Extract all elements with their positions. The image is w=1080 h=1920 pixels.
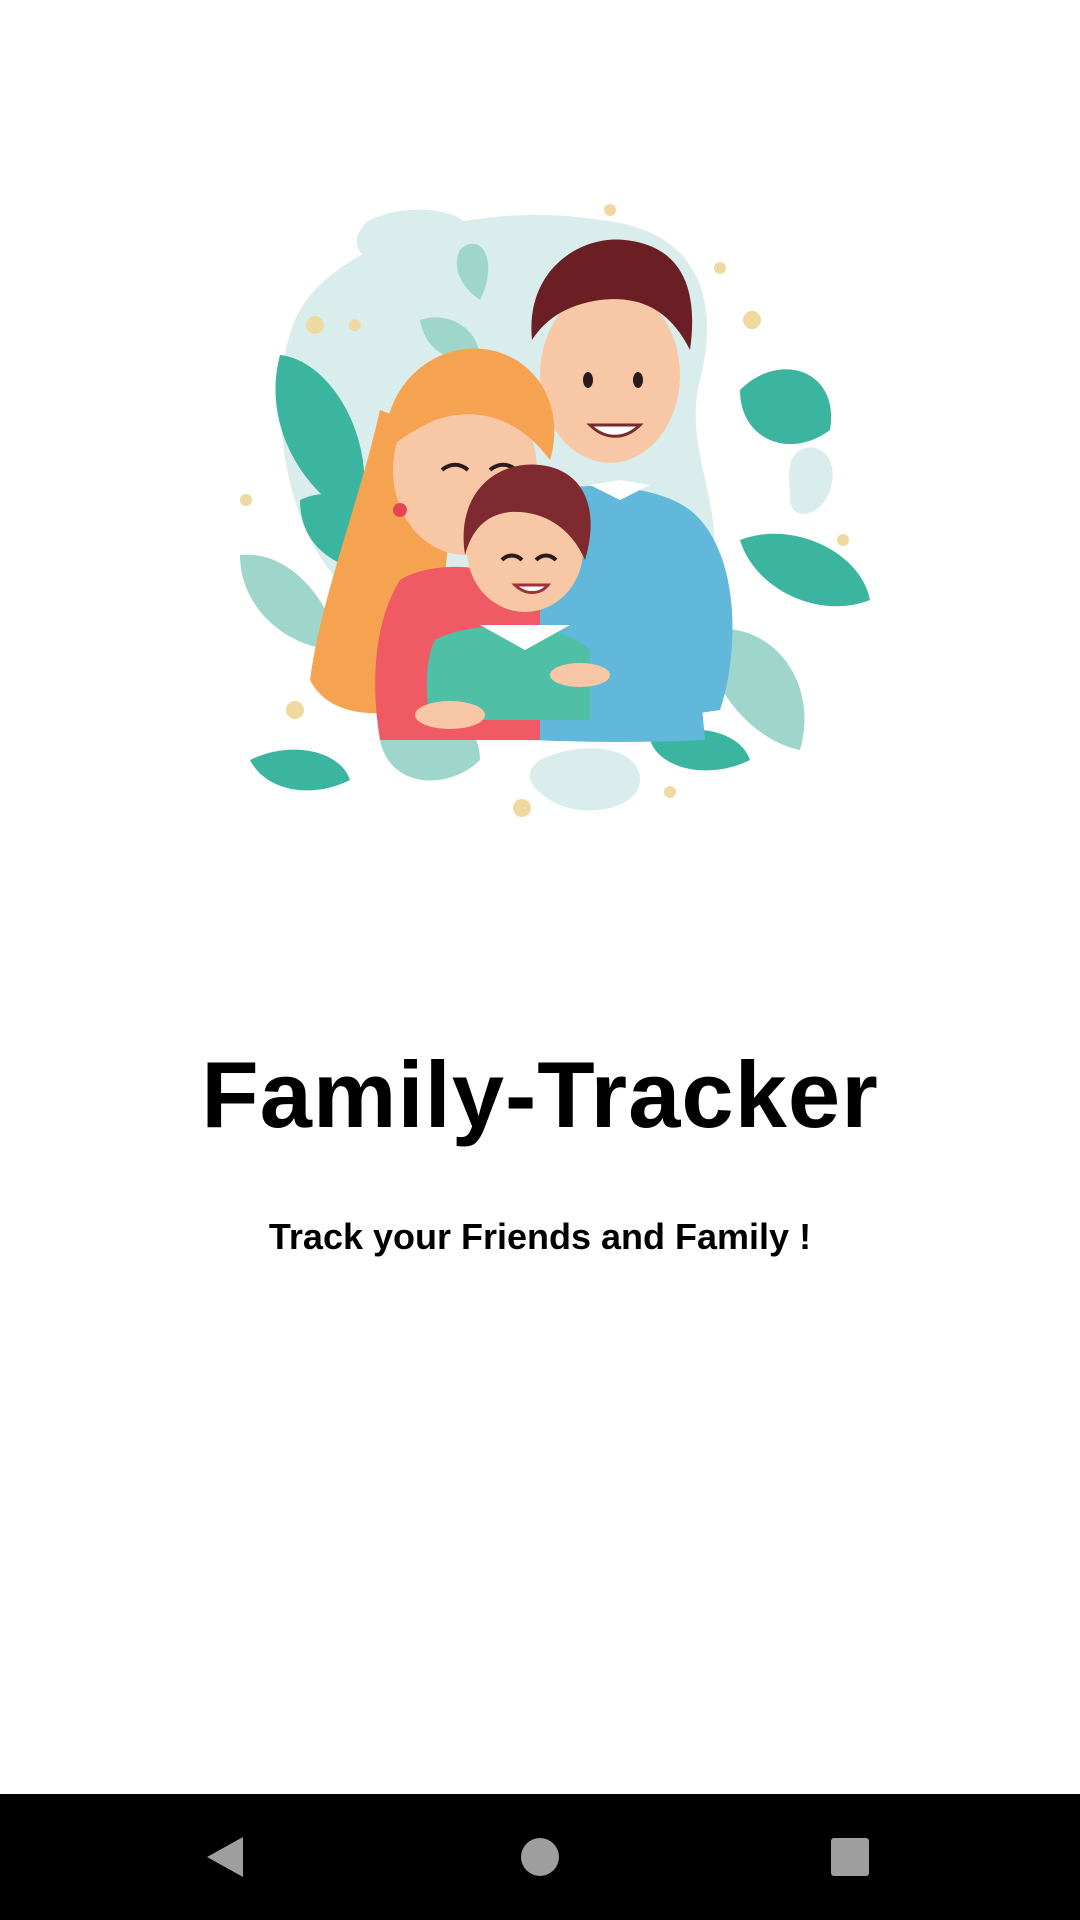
home-icon bbox=[520, 1837, 560, 1877]
app-tagline: Track your Friends and Family ! bbox=[268, 1216, 812, 1257]
app-title: Family-Tracker bbox=[201, 1042, 879, 1147]
splash-screen: Family-Tracker Track your Friends and Fa… bbox=[0, 0, 1080, 1794]
back-button[interactable] bbox=[135, 1794, 315, 1920]
back-icon bbox=[203, 1833, 247, 1881]
recents-button[interactable] bbox=[760, 1794, 940, 1920]
family-illustration bbox=[180, 180, 900, 840]
home-button[interactable] bbox=[450, 1794, 630, 1920]
recents-icon bbox=[830, 1837, 870, 1877]
system-navigation-bar bbox=[0, 1794, 1080, 1920]
